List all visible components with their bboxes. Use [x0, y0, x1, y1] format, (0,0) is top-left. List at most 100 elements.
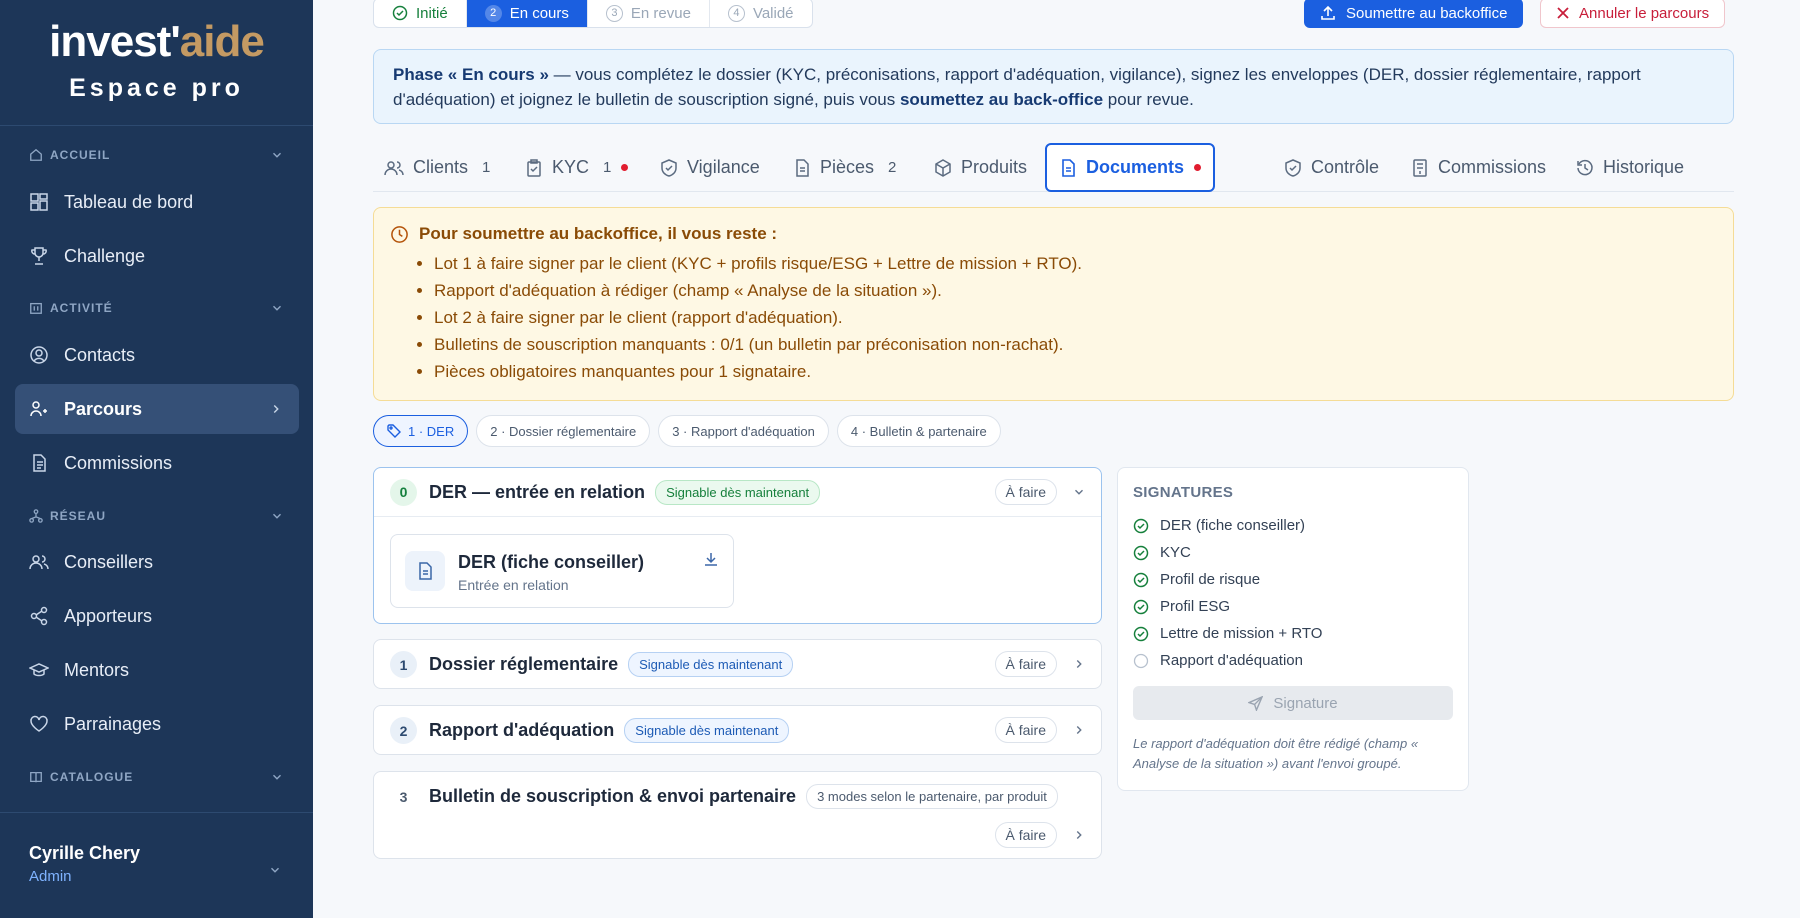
trophy-icon	[31, 247, 47, 265]
status-badge: À faire	[994, 651, 1057, 677]
section-activite[interactable]: ACTIVITÉ	[29, 298, 284, 318]
section-accueil[interactable]: ACCUEIL	[29, 145, 284, 165]
envelope-card-rapport-adequation[interactable]: 2 Rapport d'adéquation Signable dès main…	[373, 705, 1102, 755]
list-item: Pièces obligatoires manquantes pour 1 si…	[434, 358, 1733, 385]
brand-header: invest'aide Espace pro	[0, 0, 313, 126]
download-icon[interactable]	[703, 551, 719, 567]
tab-controle[interactable]: Contrôle	[1284, 143, 1379, 192]
sidebar-item-tableau-de-bord[interactable]: Tableau de bord	[15, 177, 299, 227]
close-icon	[1557, 7, 1569, 19]
shield-icon	[661, 158, 677, 177]
tag-icon	[387, 424, 401, 438]
document-icon	[419, 562, 432, 580]
sidebar-item-mentors[interactable]: Mentors	[15, 645, 299, 695]
sidebar-item-parcours[interactable]: Parcours	[15, 384, 299, 434]
card-header[interactable]: 1 Dossier réglementaire Signable dès mai…	[374, 640, 1101, 689]
step-initie[interactable]: Initié	[374, 0, 467, 27]
envelope-filter: 1 · DER 2 · Dossier réglementaire 3 · Ra…	[373, 415, 1009, 447]
chevron-down-icon	[273, 774, 281, 780]
send-icon	[1248, 695, 1264, 711]
upload-icon	[1321, 5, 1335, 20]
pending-list: Lot 1 à faire signer par le client (KYC …	[390, 250, 1733, 385]
building-icon	[30, 302, 42, 314]
book-icon	[30, 771, 42, 783]
partner-modes-badge: 3 modes selon le partenaire, par produit	[806, 784, 1058, 809]
signable-badge: Signable dès maintenant	[624, 718, 790, 743]
brand-subtitle: Espace pro	[69, 74, 244, 102]
card-header[interactable]: 2 Rapport d'adéquation Signable dès main…	[374, 706, 1101, 755]
box-icon	[935, 158, 951, 177]
signatures-title: SIGNATURES	[1133, 484, 1234, 501]
tab-commissions[interactable]: Commissions	[1411, 143, 1546, 192]
envelope-card-der: 0 DER — entrée en relation Signable dès …	[373, 467, 1102, 624]
chip-bulletin-partenaire[interactable]: 4 · Bulletin & partenaire	[836, 415, 1001, 447]
sidebar-item-apporteurs[interactable]: Apporteurs	[15, 591, 299, 641]
step-en-revue[interactable]: 3 En revue	[588, 0, 710, 27]
signature-item: DER (fiche conseiller)	[1133, 512, 1453, 539]
chip-der[interactable]: 1 · DER	[373, 415, 469, 447]
chevron-right-icon	[1076, 660, 1082, 668]
status-badge: À faire	[994, 822, 1057, 848]
step-valide[interactable]: 4 Validé	[710, 0, 812, 27]
alert-dot	[1194, 164, 1202, 171]
signable-badge: Signable dès maintenant	[628, 652, 794, 677]
phase-info-banner: Phase « En cours » — vous complétez le d…	[373, 49, 1734, 124]
sidebar-item-conseillers[interactable]: Conseillers	[15, 537, 299, 587]
envelope-card-dossier-reglementaire[interactable]: 1 Dossier réglementaire Signable dès mai…	[373, 639, 1102, 689]
submit-backoffice-button[interactable]: Soumettre au backoffice	[1304, 0, 1524, 28]
parcours-tabs: Clients 1 KYC 1 Vigilance Pièces 2 Produits…	[373, 143, 1734, 192]
chip-rapport-adequation[interactable]: 3 · Rapport d'adéquation	[658, 415, 829, 447]
check-circle-icon	[1133, 626, 1149, 641]
check-circle-icon	[1133, 599, 1149, 614]
user-menu[interactable]: Cyrille Chery Admin	[0, 812, 313, 918]
clock-icon	[391, 225, 408, 243]
users-icon	[384, 160, 404, 175]
section-catalogue[interactable]: CATALOGUE	[29, 767, 284, 787]
signature-item: KYC	[1133, 539, 1453, 566]
chevron-right-icon	[1076, 831, 1082, 839]
document-item[interactable]: DER (fiche conseiller) Entrée en relatio…	[390, 534, 734, 608]
list-item: Lot 1 à faire signer par le client (KYC …	[434, 250, 1733, 277]
document-subtitle: Entrée en relation	[458, 577, 569, 593]
sidebar-item-parrainages[interactable]: Parrainages	[15, 699, 299, 749]
tab-produits[interactable]: Produits	[934, 143, 1027, 192]
section-reseau[interactable]: RÉSEAU	[29, 506, 284, 526]
history-icon	[1577, 159, 1593, 175]
tab-pieces[interactable]: Pièces 2	[793, 143, 896, 192]
chevron-down-icon	[271, 867, 279, 873]
cancel-parcours-button[interactable]: Annuler le parcours	[1540, 0, 1726, 28]
signature-button[interactable]: Signature	[1133, 686, 1453, 720]
route-icon	[30, 401, 47, 417]
card-title: Rapport d'adéquation	[429, 720, 615, 740]
document-title: DER (fiche conseiller)	[458, 552, 645, 572]
sidebar-item-challenge[interactable]: Challenge	[15, 231, 299, 281]
check-circle-icon	[1133, 518, 1149, 533]
card-header[interactable]: 0 DER — entrée en relation Signable dès …	[374, 468, 1101, 517]
document-icon	[1062, 158, 1075, 177]
shield-check-icon	[1285, 158, 1301, 177]
alert-dot	[621, 164, 629, 171]
file-icon	[796, 158, 809, 177]
card-header[interactable]: 3 Bulletin de souscription & envoi parte…	[374, 772, 1101, 821]
tab-vigilance[interactable]: Vigilance	[660, 143, 760, 192]
card-number: 2	[390, 717, 417, 744]
step-en-cours[interactable]: 2 En cours	[466, 0, 588, 27]
chevron-down-icon	[273, 513, 281, 519]
sidebar-item-contacts[interactable]: Contacts	[15, 330, 299, 380]
graduation-icon	[29, 663, 49, 677]
receipt-icon	[1413, 158, 1427, 177]
logo[interactable]: invest'aide	[0, 20, 313, 64]
tab-documents[interactable]: Documents	[1045, 143, 1216, 192]
chip-dossier-reglementaire[interactable]: 2 · Dossier réglementaire	[476, 415, 651, 447]
empty-circle-icon	[1133, 653, 1149, 668]
check-circle-icon	[392, 5, 408, 21]
tab-clients[interactable]: Clients 1	[384, 143, 490, 192]
list-item: Bulletins de souscription manquants : 0/…	[434, 331, 1733, 358]
tab-historique[interactable]: Historique	[1576, 143, 1684, 192]
card-number: 3	[399, 788, 408, 805]
envelope-card-bulletin-partenaire[interactable]: 3 Bulletin de souscription & envoi parte…	[373, 771, 1102, 859]
tab-kyc[interactable]: KYC 1	[525, 143, 629, 192]
user-name: Cyrille Chery	[29, 843, 141, 863]
signature-item: Lettre de mission + RTO	[1133, 620, 1453, 647]
sidebar-item-commissions[interactable]: Commissions	[15, 438, 299, 488]
